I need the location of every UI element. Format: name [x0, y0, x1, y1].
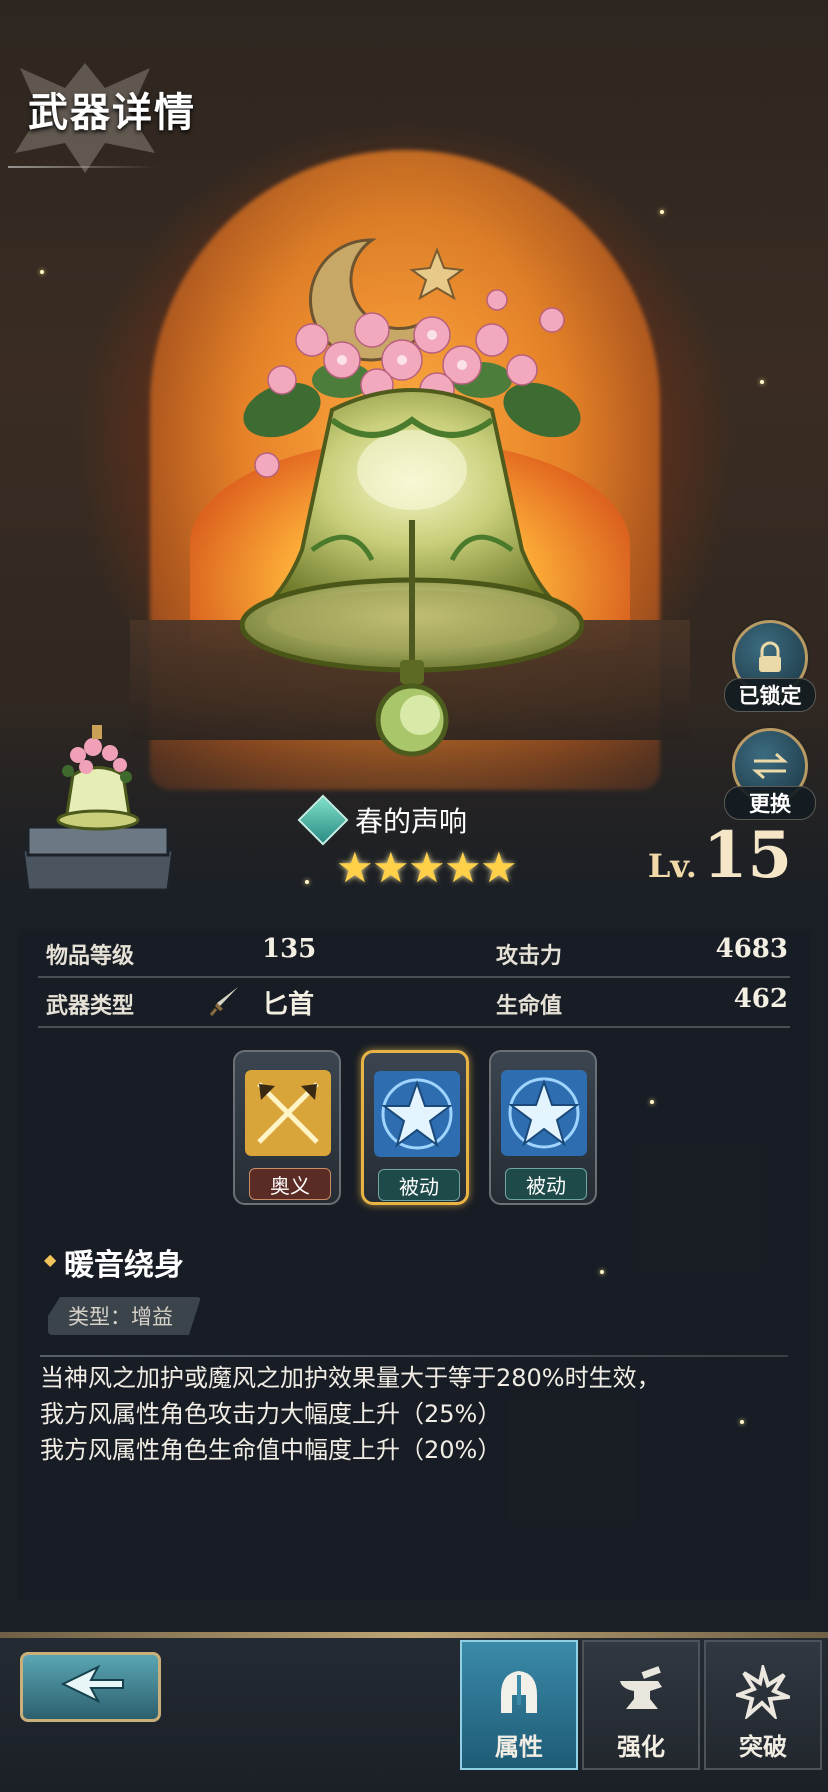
skill-slot-ultimate[interactable]: 奥义: [233, 1050, 341, 1205]
attack-value: 4683: [715, 934, 788, 964]
back-button[interactable]: [20, 1652, 161, 1722]
weapon-name-row: 春的声响: [297, 794, 468, 846]
skill-tag: 被动: [378, 1169, 460, 1201]
level-value: 15: [702, 818, 792, 893]
back-arrow-icon: [60, 1664, 124, 1704]
weapon-name: 春的声响: [355, 805, 468, 838]
weapon-level: Lv. 15: [648, 818, 792, 893]
tab-attributes[interactable]: 属性: [460, 1640, 578, 1770]
divider: [40, 1355, 788, 1357]
skill-name: 暖音绕身: [64, 1248, 184, 1283]
skill-type-badge: 类型：增益: [48, 1297, 201, 1335]
item-level-label: 物品等级: [46, 944, 135, 969]
sparkle: [40, 270, 44, 274]
page-title: 武器详情: [28, 90, 196, 136]
tab-breakthrough[interactable]: 突破: [704, 1640, 822, 1770]
helmet-icon: [501, 1671, 537, 1713]
tab-label: 突破: [739, 1733, 787, 1761]
description-line: 当神风之加护或魔风之加护效果量大于等于280%时生效，: [40, 1364, 661, 1392]
tab-enhance[interactable]: 强化: [582, 1640, 700, 1770]
sparkle: [650, 1100, 654, 1104]
bottom-bar-trim: [0, 1632, 828, 1638]
stat-row-2: 武器类型 匕首 生命值 462: [38, 978, 790, 1028]
anvil-icon: [620, 1666, 662, 1709]
sparkle: [305, 880, 309, 884]
skill-list: 奥义 被动 被动: [233, 1050, 617, 1205]
star-icon: [501, 1070, 587, 1156]
tab-label: 属性: [495, 1733, 543, 1761]
star-icon: ★: [480, 843, 518, 892]
sparkle: [740, 1420, 744, 1424]
title-underline: [8, 166, 158, 168]
sparkle: [600, 1270, 604, 1274]
sparkle: [660, 210, 664, 214]
skill-tag: 被动: [505, 1168, 587, 1200]
hp-label: 生命值: [496, 994, 563, 1019]
diamond-bullet-icon: ◆: [44, 1250, 57, 1269]
tab-label: 强化: [617, 1733, 665, 1761]
weapon-thumbnail-pedestal: [21, 725, 175, 892]
item-level-value: 135: [262, 934, 317, 964]
star-icon: ★: [408, 843, 446, 892]
attack-label: 攻击力: [496, 944, 563, 969]
description-line: 我方风属性角色生命值中幅度上升（20%）: [40, 1436, 502, 1464]
lock-status-label: 已锁定: [724, 678, 816, 712]
skill-description: 当神风之加护或魔风之加护效果量大于等于280%时生效， 我方风属性角色攻击力大幅…: [40, 1360, 661, 1468]
weapon-type-label: 武器类型: [46, 994, 135, 1019]
stat-row-1: 物品等级 135 攻击力 4683: [38, 928, 790, 978]
skill-tag: 奥义: [249, 1168, 331, 1200]
skill-slot-passive-1[interactable]: 被动: [361, 1050, 469, 1205]
sparkle: [760, 380, 764, 384]
star-icon: [374, 1071, 460, 1157]
rarity-stars: ★ ★ ★ ★ ★: [336, 843, 518, 892]
star-icon: ★: [444, 843, 482, 892]
star-icon: ★: [372, 843, 410, 892]
weapon-type-value: 匕首: [262, 990, 315, 1020]
swap-label: 更换: [724, 786, 816, 820]
level-label: Lv.: [647, 847, 697, 885]
weapon-artwork-bell: [239, 238, 585, 757]
description-line: 我方风属性角色攻击力大幅度上升（25%）: [40, 1400, 502, 1428]
crossed-swords-icon: [245, 1070, 331, 1156]
skill-slot-passive-2[interactable]: 被动: [489, 1050, 597, 1205]
dagger-icon: [209, 987, 238, 1016]
burst-icon: [736, 1665, 790, 1719]
star-icon: ★: [336, 843, 374, 892]
wind-element-icon: [297, 794, 349, 846]
hp-value: 462: [733, 984, 788, 1014]
